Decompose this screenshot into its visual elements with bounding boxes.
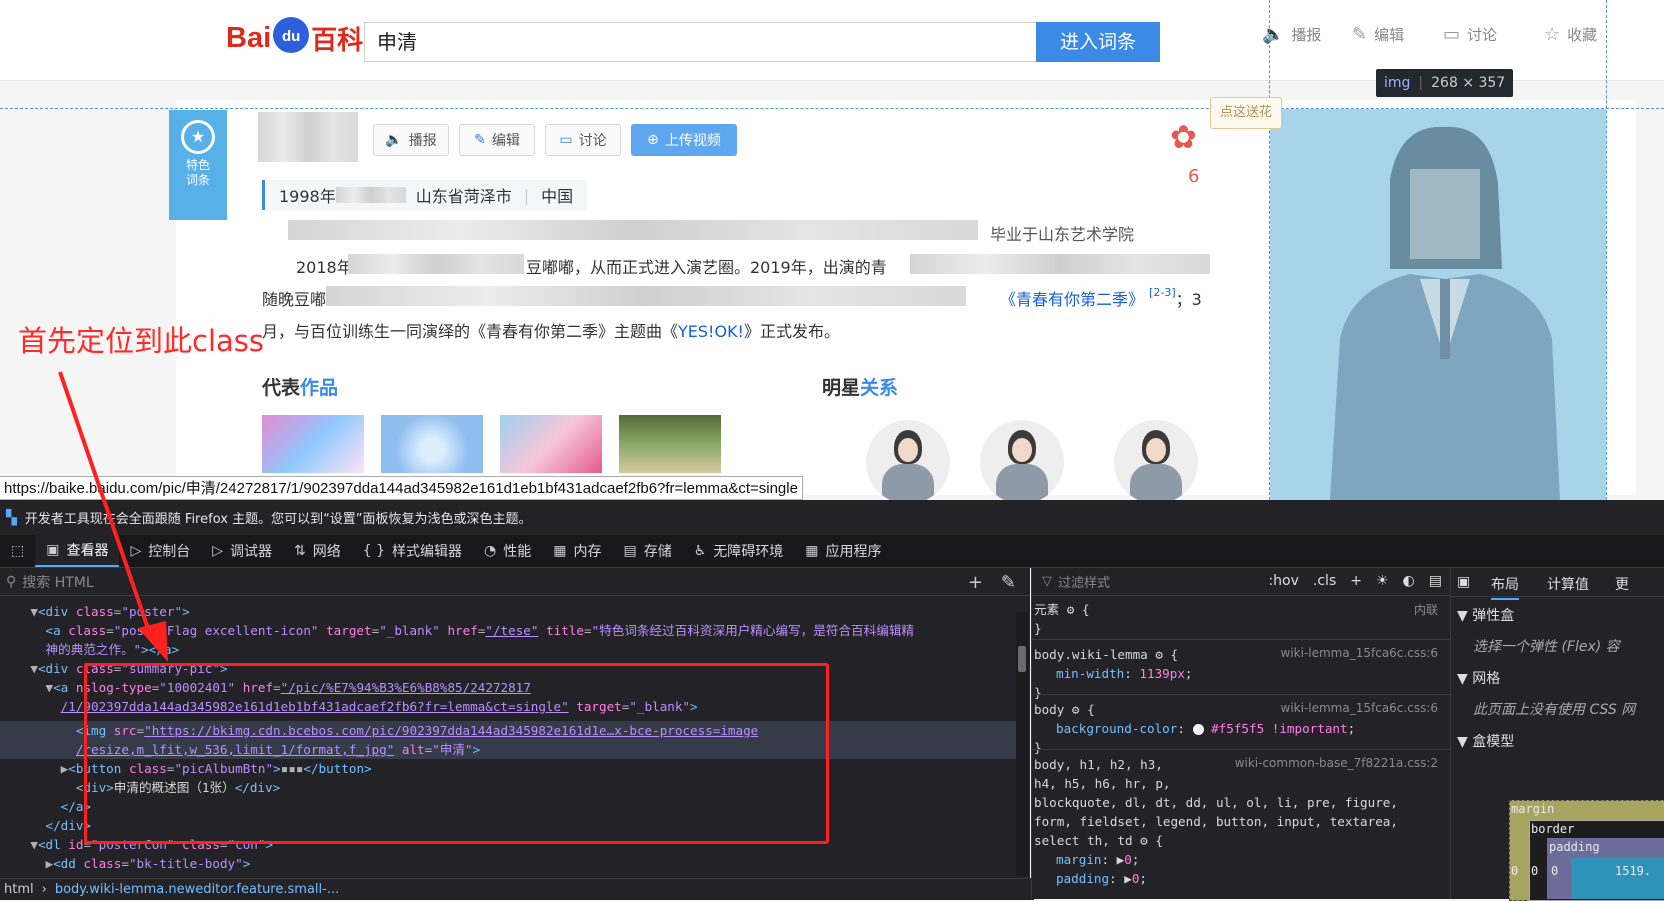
annotation-arrow bbox=[58, 371, 168, 662]
